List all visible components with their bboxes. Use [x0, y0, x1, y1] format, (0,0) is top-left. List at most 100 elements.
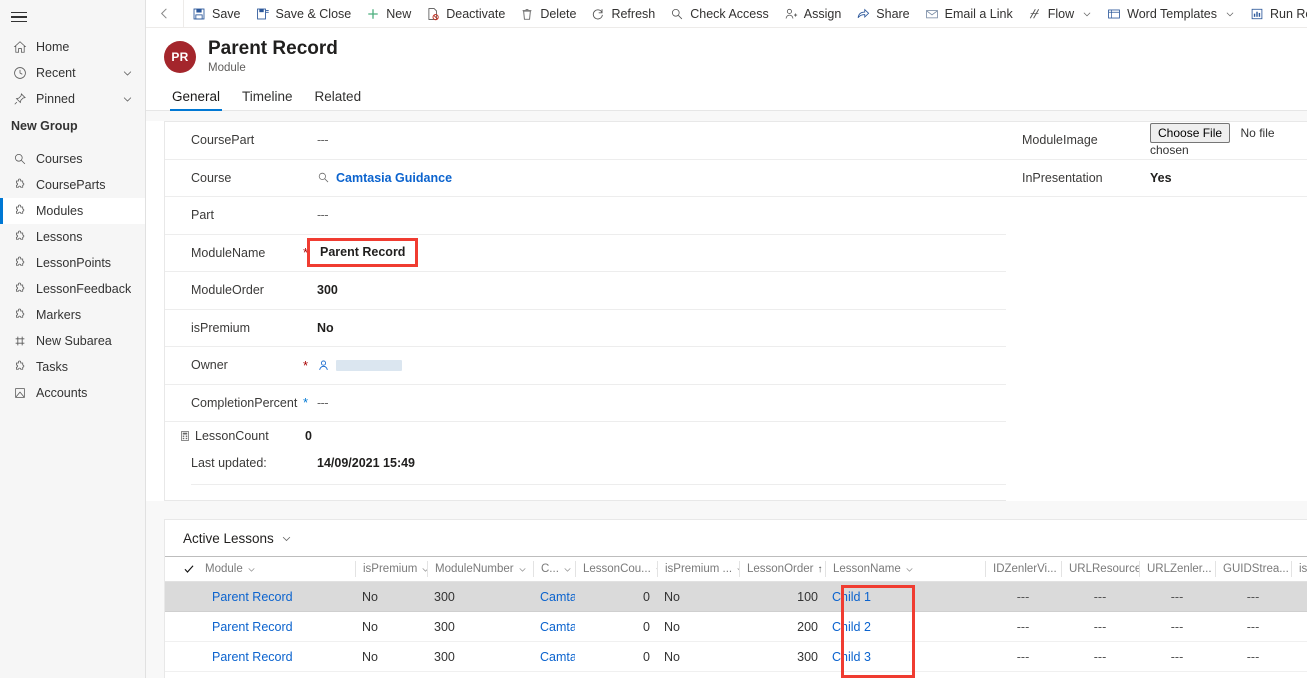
- sidebar-item-courseparts[interactable]: CourseParts: [0, 172, 145, 198]
- sidebar-item-lessonfeedback[interactable]: LessonFeedback: [0, 276, 145, 302]
- tab-related[interactable]: Related: [307, 85, 370, 110]
- field-coursepart[interactable]: CoursePart ---: [165, 122, 1006, 160]
- cell-lessonname[interactable]: Child 3: [825, 650, 985, 664]
- chevron-down-icon[interactable]: [1082, 9, 1092, 19]
- subgrid-view-selector[interactable]: Active Lessons: [165, 520, 1307, 556]
- cell-module[interactable]: Parent Record: [205, 620, 355, 634]
- refresh-button[interactable]: Refresh: [583, 0, 662, 27]
- cell-module[interactable]: Parent Record: [205, 650, 355, 664]
- column-header-modulenumber[interactable]: ModuleNumber: [427, 561, 533, 578]
- field-owner[interactable]: Owner *: [165, 347, 1006, 385]
- select-all-checkbox[interactable]: [183, 563, 205, 575]
- table-row[interactable]: Parent Record No 300 Camta 0 No 300 Chil…: [165, 642, 1307, 673]
- cell-ispremium2: No: [664, 619, 680, 634]
- deactivate-label: Deactivate: [446, 6, 506, 21]
- choose-file-button[interactable]: Choose File: [1150, 123, 1231, 144]
- cell-urlresource: ---: [1093, 619, 1107, 634]
- column-header-module[interactable]: Module: [205, 561, 355, 577]
- deactivate-button[interactable]: Deactivate: [418, 0, 512, 27]
- email-a-link-button[interactable]: Email a Link: [917, 0, 1020, 27]
- cell-c[interactable]: Camta: [533, 590, 575, 604]
- table-row[interactable]: Parent Record No 300 Camta 0 No 100 Chil…: [165, 582, 1307, 613]
- share-label: Share: [876, 6, 910, 21]
- cell-idzenlervideo: ---: [1016, 589, 1030, 604]
- column-header-partial[interactable]: is: [1291, 561, 1307, 578]
- share-button[interactable]: Share: [848, 0, 916, 27]
- sidebar-item-pinned[interactable]: Pinned: [0, 86, 145, 112]
- back-button[interactable]: [146, 0, 184, 27]
- chevron-down-icon[interactable]: [518, 565, 527, 574]
- sidebar-item-lessonpoints[interactable]: LessonPoints: [0, 250, 145, 276]
- course-lookup-link[interactable]: Camtasia Guidance: [336, 171, 452, 185]
- sidebar-item-new-subarea[interactable]: New Subarea: [0, 328, 145, 354]
- sidebar-item-accounts[interactable]: Accounts: [0, 380, 145, 406]
- sidebar-item-label: LessonPoints: [36, 256, 112, 270]
- assign-button[interactable]: Assign: [776, 0, 849, 27]
- run-report-button[interactable]: Run Report: [1242, 0, 1307, 27]
- save-and-close-button[interactable]: Save & Close: [248, 0, 359, 27]
- sidebar-item-tasks[interactable]: Tasks: [0, 354, 145, 380]
- cell-lessonname[interactable]: Child 1: [825, 590, 985, 604]
- field-label: CompletionPercent: [191, 395, 298, 410]
- tab-general[interactable]: General: [164, 85, 228, 112]
- column-header-idzenlervideo[interactable]: IDZenlerVi...: [985, 561, 1061, 578]
- chevron-down-icon[interactable]: [122, 68, 133, 79]
- field-label: Course: [191, 170, 232, 185]
- tab-timeline[interactable]: Timeline: [234, 85, 301, 110]
- field-inpresentation[interactable]: InPresentation Yes: [1006, 160, 1307, 198]
- sidebar-item-recent[interactable]: Recent: [0, 60, 145, 86]
- chevron-down-icon[interactable]: [905, 565, 914, 574]
- field-label: ModuleName: [191, 245, 266, 260]
- field-completionpercent[interactable]: CompletionPercent * ---: [165, 385, 1006, 423]
- delete-button[interactable]: Delete: [512, 0, 583, 27]
- column-header-c[interactable]: C...: [533, 561, 575, 578]
- field-part[interactable]: Part ---: [165, 197, 1006, 235]
- sidebar-item-markers[interactable]: Markers: [0, 302, 145, 328]
- column-header-lessonname[interactable]: LessonName: [825, 561, 985, 578]
- email-link-icon: [924, 6, 940, 22]
- check-access-button[interactable]: Check Access: [662, 0, 776, 27]
- chevron-down-icon[interactable]: [122, 94, 133, 105]
- field-moduleorder[interactable]: ModuleOrder 300: [165, 272, 1006, 310]
- cell-lessonname[interactable]: Child 2: [825, 620, 985, 634]
- column-header-urlresource[interactable]: URLResource: [1061, 561, 1139, 578]
- site-map-toggle[interactable]: [0, 0, 146, 34]
- sidebar-item-label: Recent: [36, 66, 76, 80]
- column-header-ispremium2[interactable]: isPremium ...: [657, 561, 739, 578]
- field-course[interactable]: Course Camtasia Guidance: [165, 160, 1006, 198]
- new-button[interactable]: New: [358, 0, 418, 27]
- file-input[interactable]: Choose File No file chosen: [1150, 123, 1307, 157]
- save-button[interactable]: Save: [184, 0, 248, 27]
- table-row[interactable]: Parent Record No 300 Camta 0 No 200 Chil…: [165, 612, 1307, 643]
- sidebar-item-lessons[interactable]: Lessons: [0, 224, 145, 250]
- sidebar-item-label: Tasks: [36, 360, 68, 374]
- column-header-guidstream[interactable]: GUIDStrea...: [1215, 561, 1291, 578]
- chevron-down-icon[interactable]: [247, 565, 256, 574]
- cell-lessoncount: 0: [643, 619, 650, 634]
- owner-value-redacted[interactable]: [336, 359, 402, 371]
- word-templates-label: Word Templates: [1127, 6, 1217, 21]
- column-label: LessonCou...: [583, 563, 651, 576]
- column-header-ispremium[interactable]: isPremium: [355, 561, 427, 578]
- chevron-down-icon[interactable]: [1225, 9, 1235, 19]
- sidebar-item-home[interactable]: Home: [0, 34, 145, 60]
- sidebar-item-courses[interactable]: Courses: [0, 146, 145, 172]
- field-modulename[interactable]: ModuleName * Parent Record: [165, 235, 1006, 273]
- chevron-down-icon[interactable]: [281, 533, 292, 544]
- column-label: is: [1299, 563, 1307, 576]
- cell-c[interactable]: Camta: [533, 650, 575, 664]
- word-templates-button[interactable]: Word Templates: [1099, 0, 1242, 27]
- column-header-lessonorder[interactable]: LessonOrder ↑: [739, 561, 825, 578]
- puzzle-icon: [11, 255, 28, 271]
- column-header-urlzenler[interactable]: URLZenler...: [1139, 561, 1215, 578]
- field-moduleimage[interactable]: ModuleImage Choose File No file chosen: [1006, 122, 1307, 160]
- cell-module[interactable]: Parent Record: [205, 590, 355, 604]
- column-label: LessonOrder: [747, 563, 814, 576]
- cell-c[interactable]: Camta: [533, 620, 575, 634]
- sidebar-item-modules[interactable]: Modules: [0, 198, 145, 224]
- modulename-value[interactable]: Parent Record: [320, 245, 405, 259]
- column-header-lessoncount[interactable]: LessonCou...: [575, 561, 657, 578]
- chevron-down-icon[interactable]: [563, 565, 572, 574]
- field-ispremium[interactable]: isPremium No: [165, 310, 1006, 348]
- flow-button[interactable]: Flow: [1020, 0, 1099, 27]
